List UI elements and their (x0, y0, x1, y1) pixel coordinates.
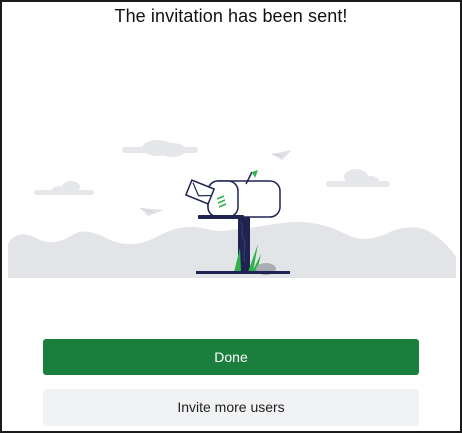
cloud-icon (122, 140, 198, 157)
invite-more-users-button[interactable]: Invite more users (43, 389, 419, 426)
envelope-icon (184, 179, 216, 205)
paper-plane-icon (271, 150, 292, 160)
done-button[interactable]: Done (43, 339, 419, 375)
cloud-icon (326, 169, 390, 187)
hills-background (8, 222, 456, 278)
cloud-icon (34, 181, 94, 195)
mailbox-illustration (8, 136, 456, 278)
invitation-sent-dialog: The invitation has been sent! Done Invit… (0, 0, 462, 433)
dialog-title: The invitation has been sent! (114, 6, 348, 26)
paper-plane-icon (139, 207, 164, 216)
ground-line (196, 271, 290, 274)
